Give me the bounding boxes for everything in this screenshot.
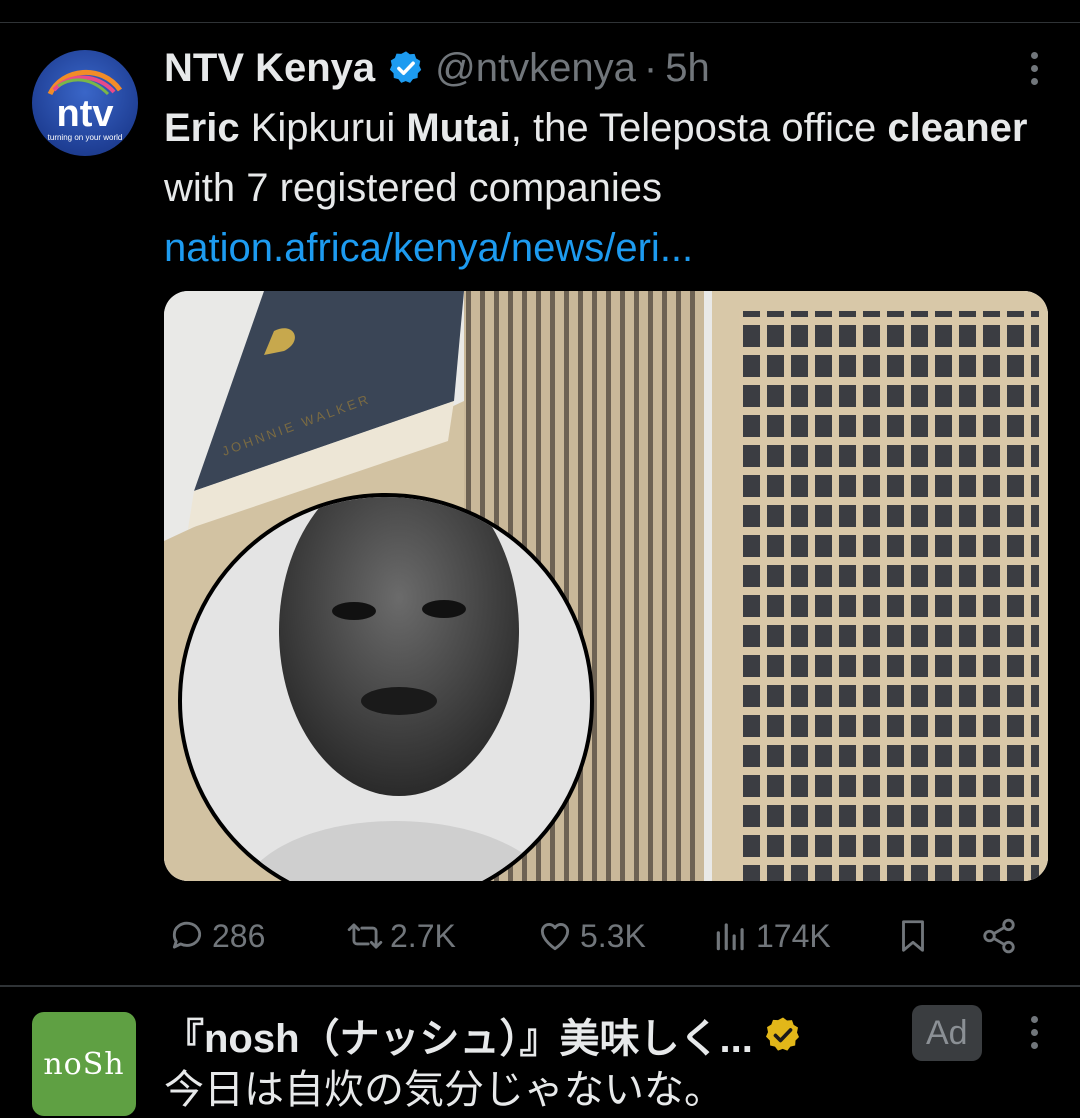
ad-header: 『nosh（ナッシュ）』美味しく...: [164, 1007, 803, 1063]
ad-account-name[interactable]: 『nosh（ナッシュ）』美味しく...: [164, 1006, 753, 1064]
ad-badge: Ad: [912, 1005, 982, 1061]
retweet-button[interactable]: 2.7K: [346, 908, 456, 964]
more-options-icon[interactable]: [1028, 52, 1040, 88]
tweet-header: NTV Kenya @ntvkenya · 5h: [164, 42, 710, 94]
ntv-logo-text: ntv: [57, 93, 114, 135]
tweet-text-segment: , the Teleposta office: [510, 106, 888, 150]
reply-count: 286: [212, 917, 266, 954]
share-icon: [983, 918, 1015, 954]
tweet-timestamp[interactable]: 5h: [665, 46, 710, 91]
reply-button[interactable]: 286: [168, 908, 265, 964]
reply-icon: [172, 921, 202, 949]
like-button[interactable]: 5.3K: [536, 908, 646, 964]
retweet-icon: [347, 923, 383, 949]
author-name[interactable]: NTV Kenya: [164, 46, 375, 91]
author-handle[interactable]: @ntvkenya: [435, 46, 636, 91]
verified-badge-icon: [390, 51, 422, 83]
tweet-text: Eric Kipkurui Mutai, the Teleposta offic…: [164, 98, 1044, 278]
tweet-text-segment: Eric: [164, 106, 240, 150]
tweet-text-segment: cleaner: [887, 106, 1028, 150]
header-separator: ·: [643, 45, 658, 90]
view-count: 174K: [756, 917, 831, 954]
tweet-body: Eric Kipkurui Mutai, the Teleposta offic…: [164, 106, 1027, 210]
views-button[interactable]: 174K: [712, 908, 831, 964]
tweet-actions: 286 2.7K 5.3K 174K: [164, 908, 1044, 964]
nosh-avatar[interactable]: noSh: [32, 1012, 136, 1116]
ad-text: 今日は自炊の気分じゃないな。: [164, 1068, 724, 1112]
ad-more-options-icon[interactable]: [1028, 1016, 1040, 1052]
bookmark-button[interactable]: [894, 908, 938, 964]
heart-icon: [540, 923, 570, 951]
like-count: 5.3K: [580, 917, 646, 954]
top-divider: [0, 22, 1080, 23]
gold-verified-icon: [765, 1017, 799, 1051]
tweet-image[interactable]: JOHNNIE WALKER: [164, 291, 1048, 881]
tweet-text-segment: with 7 registered companies: [164, 166, 663, 210]
article-link[interactable]: nation.africa/kenya/news/eri...: [164, 226, 693, 270]
retweet-count: 2.7K: [390, 917, 456, 954]
ntv-tagline: turning on your world: [48, 133, 123, 142]
views-icon: [716, 923, 744, 951]
nosh-logo-text: noSh: [43, 1046, 125, 1082]
tweet-text-segment: Mutai: [406, 106, 511, 150]
ntv-kenya-avatar[interactable]: ntv turning on your world: [32, 50, 138, 156]
tweet-text-segment: Kipkurui: [239, 106, 407, 150]
share-button[interactable]: [980, 908, 1024, 964]
bookmark-icon: [902, 920, 924, 952]
tweet-divider: [0, 985, 1080, 987]
